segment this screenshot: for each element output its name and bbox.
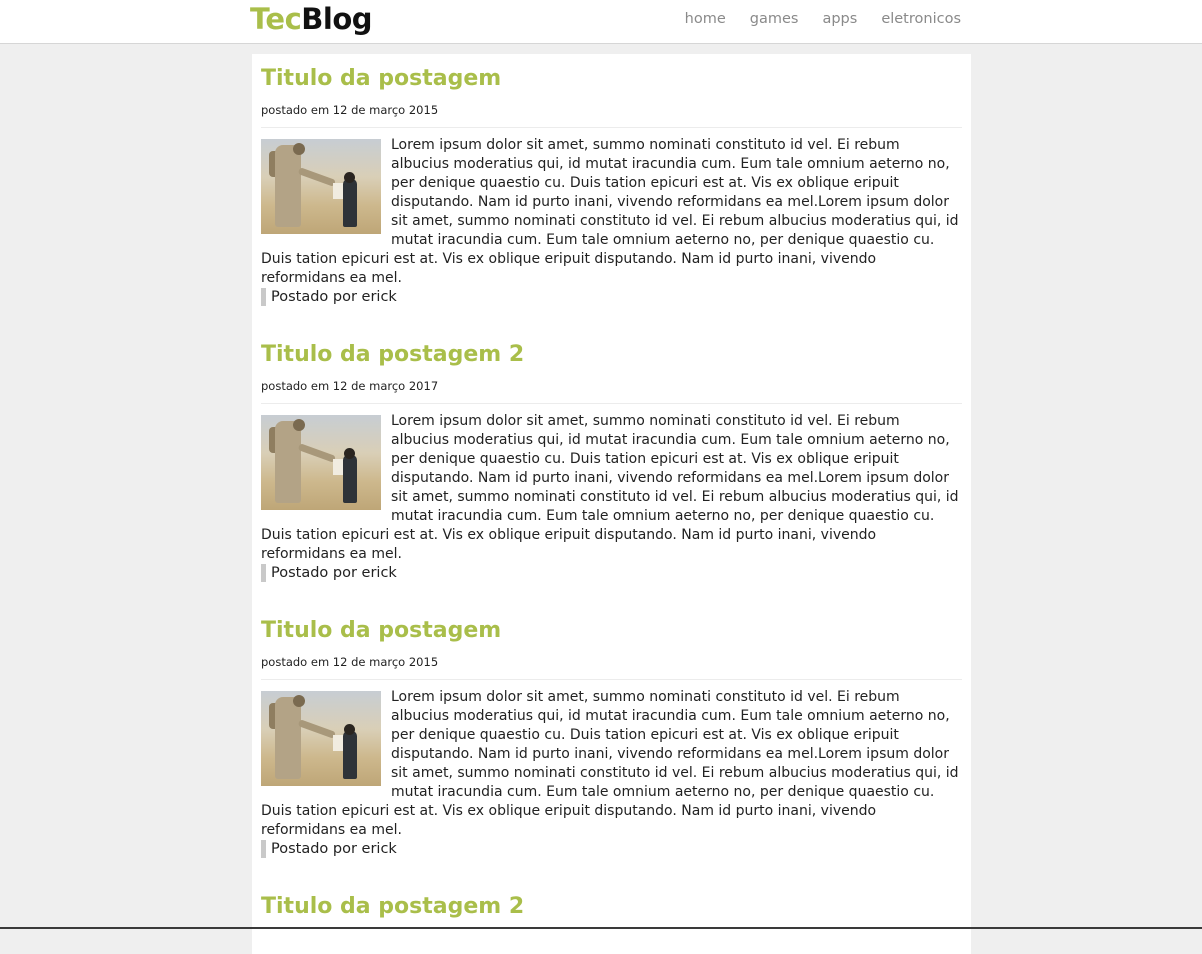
post-body: Lorem ipsum dolor sit amet, summo nomina… bbox=[261, 404, 962, 564]
post-author: Postado por erick bbox=[261, 288, 962, 306]
nav-link-eletronicos[interactable]: eletronicos bbox=[881, 11, 961, 27]
post-image bbox=[261, 415, 381, 510]
main-nav: home games apps eletronicos bbox=[685, 0, 961, 38]
post-author: Postado por erick bbox=[261, 840, 962, 858]
post: Titulo da postagem 2 bbox=[252, 882, 971, 928]
post-date: postado em 12 de março 2015 bbox=[261, 652, 962, 680]
post: Titulo da postagem 2 postado em 12 de ma… bbox=[252, 330, 971, 582]
post-body: Lorem ipsum dolor sit amet, summo nomina… bbox=[261, 680, 962, 840]
post-date: postado em 12 de março 2015 bbox=[261, 100, 962, 128]
nav-link-games[interactable]: games bbox=[750, 11, 799, 27]
post: Titulo da postagem postado em 12 de març… bbox=[252, 606, 971, 858]
logo-tec: Tec bbox=[250, 2, 302, 36]
post-date: postado em 12 de março 2017 bbox=[261, 376, 962, 404]
logo-blog: Blog bbox=[301, 2, 373, 36]
post-author: Postado por erick bbox=[261, 564, 962, 582]
post-title[interactable]: Titulo da postagem 2 bbox=[261, 882, 962, 928]
nav-link-home[interactable]: home bbox=[685, 11, 726, 27]
post-image bbox=[261, 691, 381, 786]
post-title[interactable]: Titulo da postagem bbox=[261, 606, 962, 652]
post-image bbox=[261, 139, 381, 234]
posts-container: Titulo da postagem postado em 12 de març… bbox=[252, 54, 971, 954]
post: Titulo da postagem postado em 12 de març… bbox=[252, 54, 971, 306]
nav-link-apps[interactable]: apps bbox=[822, 11, 857, 27]
post-title[interactable]: Titulo da postagem bbox=[261, 54, 962, 100]
post-title[interactable]: Titulo da postagem 2 bbox=[261, 330, 962, 376]
post-body: Lorem ipsum dolor sit amet, summo nomina… bbox=[261, 128, 962, 288]
site-logo[interactable]: TecBlog bbox=[250, 0, 373, 40]
top-navbar: TecBlog home games apps eletronicos bbox=[0, 0, 1202, 44]
